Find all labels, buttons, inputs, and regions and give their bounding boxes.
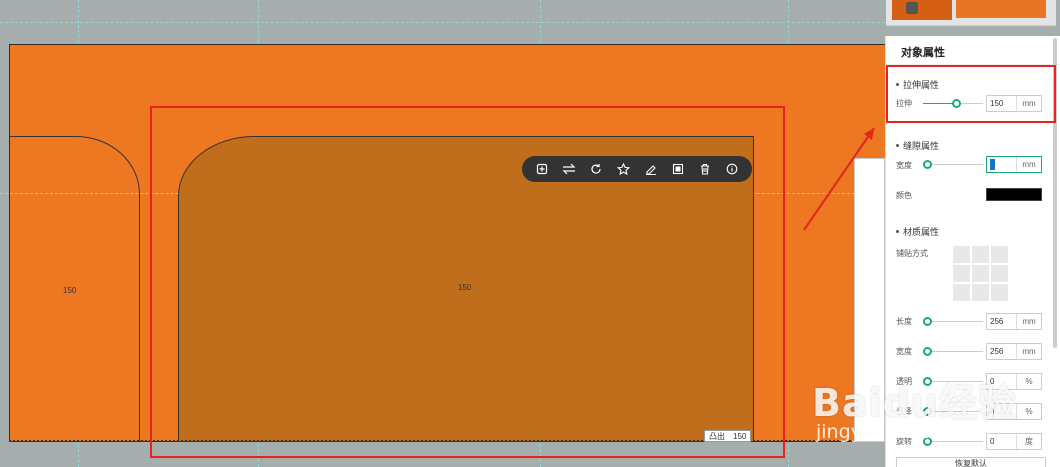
length-slider[interactable] [923,317,983,327]
design-canvas[interactable]: 150 150 凸出 150 [0,0,885,467]
guide-line [0,22,885,23]
material-width-slider[interactable] [923,347,983,357]
baidu-watermark: Baidu经验 jingyan.baidu.com [812,381,1017,443]
bullet-icon [896,144,899,147]
length-input[interactable]: 256 mm [986,313,1042,330]
gap-width-label: 宽度 [896,161,912,170]
reset-default-button[interactable]: 恢复默认 [896,457,1046,467]
material-width-label: 宽度 [896,347,912,356]
panel-title: 对象属性 [901,47,945,59]
tile-mode-label: 铺贴方式 [896,249,928,258]
text-caret [990,159,995,170]
annotation-highlight-box [150,106,785,458]
length-label: 长度 [896,317,912,326]
slider-handle[interactable] [923,317,932,326]
dimension-label-left: 150 [63,286,77,295]
gap-color-label: 颜色 [896,191,912,200]
slider-handle[interactable] [923,160,932,169]
gap-width-input[interactable]: mm [986,156,1042,173]
material-width-input[interactable]: 256 mm [986,343,1042,360]
gap-section-title: 缝隙属性 [903,141,940,151]
annotation-panel-highlight [886,65,1056,123]
material-section-title: 材质属性 [903,227,940,237]
bullet-icon [896,230,899,233]
slider-handle[interactable] [923,347,932,356]
tile-mode-grid[interactable] [953,246,1008,301]
gap-width-slider[interactable] [923,160,983,170]
gap-section-header: 缝隙属性 [896,139,939,152]
annotation-arrow [803,127,875,231]
gap-color-swatch[interactable] [986,188,1042,201]
scene-thumbnail[interactable] [886,0,1056,26]
material-section-header: 材质属性 [896,225,939,238]
